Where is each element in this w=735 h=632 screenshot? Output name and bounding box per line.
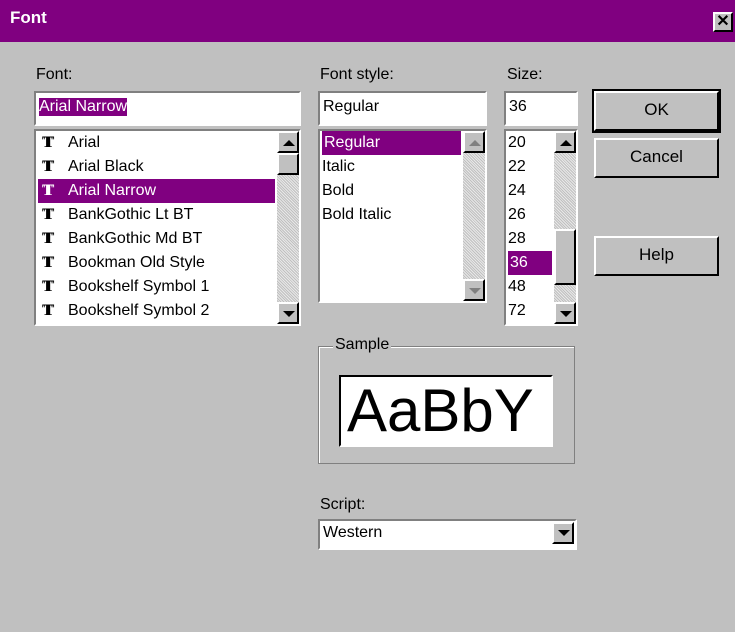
font-name-value[interactable]: Arial Narrow xyxy=(39,98,128,116)
font-label: Font: xyxy=(36,66,73,83)
list-item[interactable]: TT Arial Narrow xyxy=(38,179,275,203)
list-item-label: Arial Black xyxy=(68,158,144,175)
list-item[interactable]: 48 xyxy=(508,275,552,299)
scroll-down-button[interactable] xyxy=(463,279,485,301)
scroll-down-button[interactable] xyxy=(277,302,299,324)
chevron-up-icon xyxy=(283,140,295,146)
list-item-label: Bookshelf Symbol 1 xyxy=(68,278,210,295)
close-icon[interactable]: ✕ xyxy=(713,12,733,32)
font-list-scrollbar[interactable] xyxy=(277,131,299,324)
sample-text: AaBbY xyxy=(347,377,534,444)
truetype-icon: TT xyxy=(42,254,54,271)
list-item[interactable]: TT Arial xyxy=(38,131,275,155)
list-item[interactable]: 20 xyxy=(508,131,552,155)
sample-group: Sample AaBbY xyxy=(318,336,575,464)
script-combobox[interactable]: Western xyxy=(318,519,577,550)
font-style-scrollbar[interactable] xyxy=(463,131,485,301)
sample-preview: AaBbY xyxy=(339,375,553,447)
list-item-label: 28 xyxy=(508,230,526,247)
chevron-down-icon xyxy=(558,530,570,536)
scroll-down-button[interactable] xyxy=(554,302,576,324)
chevron-down-icon xyxy=(283,311,295,317)
list-item[interactable]: 36 xyxy=(508,251,552,275)
list-item[interactable]: Bold xyxy=(322,179,461,203)
list-item[interactable]: Regular xyxy=(322,131,461,155)
list-item[interactable]: 28 xyxy=(508,227,552,251)
scroll-up-button[interactable] xyxy=(277,131,299,153)
list-item[interactable]: TT Bookshelf Symbol 1 xyxy=(38,275,275,299)
list-item-label: Bookman Old Style xyxy=(68,254,205,271)
list-item[interactable]: 22 xyxy=(508,155,552,179)
list-item-label: Bold xyxy=(322,182,355,199)
list-item[interactable]: Bold Italic xyxy=(322,203,461,227)
font-style-value[interactable]: Regular xyxy=(323,98,379,116)
script-dropdown-button[interactable] xyxy=(552,522,574,544)
script-label: Script: xyxy=(320,496,366,513)
list-item-label: BankGothic Lt BT xyxy=(68,206,194,223)
list-item-label: 22 xyxy=(508,158,526,175)
size-value[interactable]: 36 xyxy=(509,98,527,116)
list-item-label: Italic xyxy=(322,158,355,175)
truetype-icon: TT xyxy=(42,134,54,151)
title-bar[interactable]: Font ✕ xyxy=(0,0,735,42)
chevron-down-icon xyxy=(560,311,572,317)
sample-label: Sample xyxy=(333,336,392,354)
chevron-up-icon xyxy=(469,140,481,146)
scroll-thumb[interactable] xyxy=(277,153,299,175)
list-item-label: 24 xyxy=(508,182,526,199)
list-item-label: 48 xyxy=(508,278,526,295)
truetype-icon: TT xyxy=(42,158,54,175)
list-item-label: 72 xyxy=(508,302,526,319)
list-item[interactable]: 72 xyxy=(508,299,552,323)
list-item[interactable]: TT Bookman Old Style xyxy=(38,251,275,275)
scroll-up-button[interactable] xyxy=(463,131,485,153)
truetype-icon: TT xyxy=(42,230,54,247)
truetype-icon: TT xyxy=(42,206,54,223)
list-item-label: 26 xyxy=(508,206,526,223)
ok-button[interactable]: OK xyxy=(592,89,721,133)
size-label: Size: xyxy=(507,66,543,83)
cancel-button[interactable]: Cancel xyxy=(594,138,719,178)
list-item-label: BankGothic Md BT xyxy=(68,230,203,247)
list-item-label: Bold Italic xyxy=(322,206,392,223)
chevron-down-icon xyxy=(469,288,481,294)
truetype-icon: TT xyxy=(42,182,54,199)
list-item[interactable]: TT BankGothic Lt BT xyxy=(38,203,275,227)
size-list[interactable]: 20 22 24 26 28 36 48 72 xyxy=(504,129,578,326)
font-name-field[interactable]: Arial Narrow xyxy=(34,91,301,126)
window-title: Font xyxy=(10,8,47,27)
list-item[interactable]: 24 xyxy=(508,179,552,203)
chevron-up-icon xyxy=(560,140,572,146)
list-item-label: 36 xyxy=(508,254,530,271)
list-item[interactable]: TT Arial Black xyxy=(38,155,275,179)
list-item-label: Regular xyxy=(322,134,383,151)
list-item[interactable]: Italic xyxy=(322,155,461,179)
font-dialog: Font ✕ Font: Arial Narrow TT Arial TT Arial… xyxy=(0,0,735,632)
scroll-up-button[interactable] xyxy=(554,131,576,153)
truetype-icon: TT xyxy=(42,278,54,295)
truetype-icon: TT xyxy=(42,302,54,319)
list-item-label: Arial xyxy=(68,134,101,151)
script-value[interactable]: Western xyxy=(323,524,382,542)
list-item[interactable]: TT Bookshelf Symbol 2 xyxy=(38,299,275,323)
font-style-list[interactable]: Regular Italic Bold Bold Italic xyxy=(318,129,487,303)
list-item-label: Bookshelf Symbol 2 xyxy=(68,302,210,319)
size-field[interactable]: 36 xyxy=(504,91,578,126)
scroll-thumb[interactable] xyxy=(554,229,576,285)
font-style-field[interactable]: Regular xyxy=(318,91,487,126)
font-list[interactable]: TT Arial TT Arial Black TT Arial Narrow TT Bank… xyxy=(34,129,301,326)
list-item[interactable]: TT BankGothic Md BT xyxy=(38,227,275,251)
font-style-label: Font style: xyxy=(320,66,394,83)
help-button[interactable]: Help xyxy=(594,236,719,276)
list-item[interactable]: 26 xyxy=(508,203,552,227)
list-item-label: 20 xyxy=(508,134,526,151)
size-scrollbar[interactable] xyxy=(554,131,576,324)
list-item-label: Arial Narrow xyxy=(68,182,157,199)
